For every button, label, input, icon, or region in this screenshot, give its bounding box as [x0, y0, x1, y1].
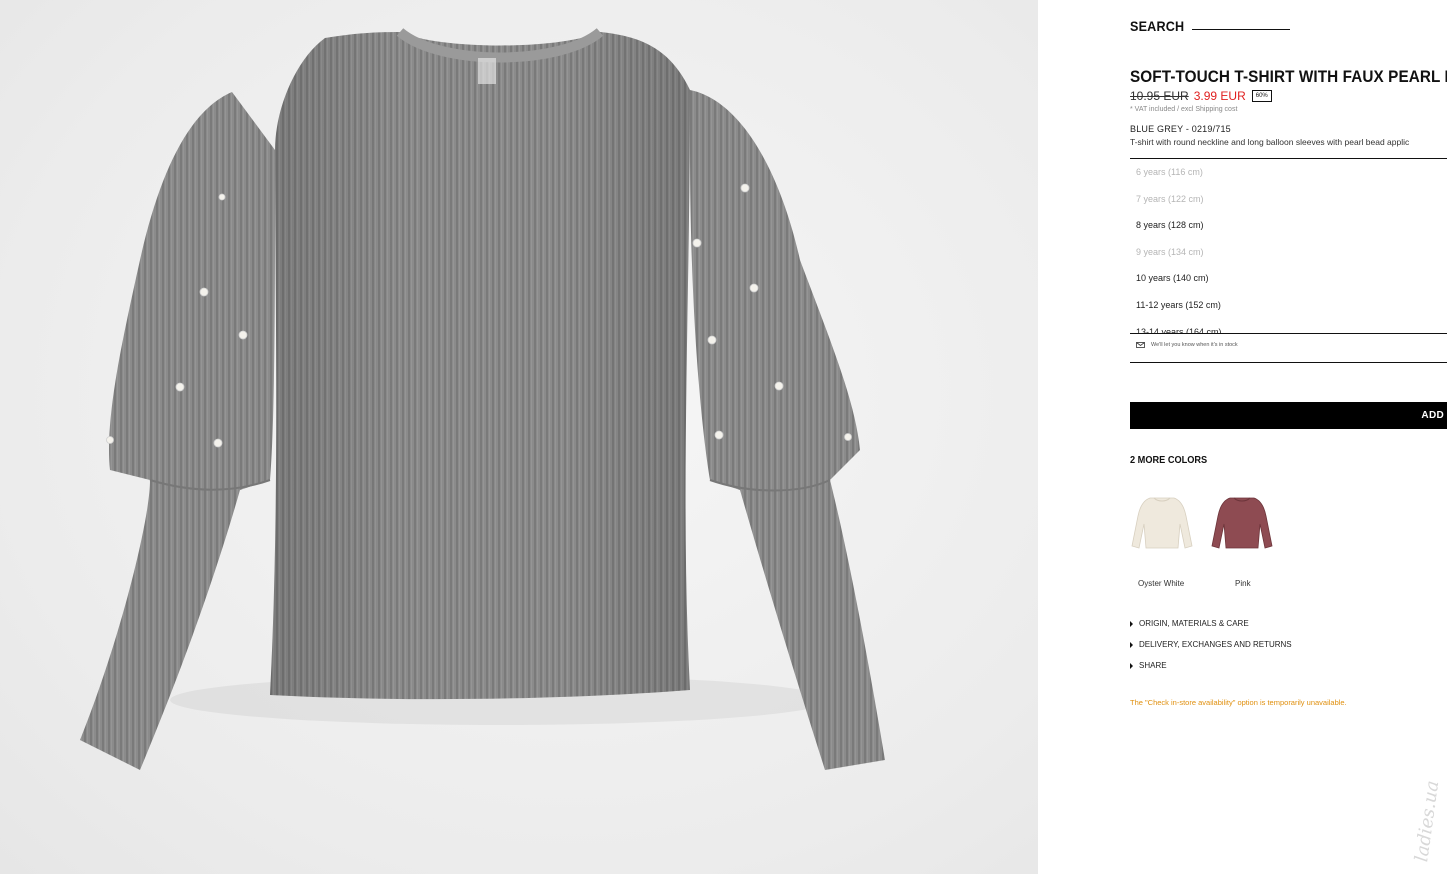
product-description: T-shirt with round neckline and long bal…	[1130, 137, 1410, 147]
envelope-icon	[1136, 342, 1145, 348]
product-detail-panel: SEARCH SOFT-TOUCH T-SHIRT WITH FAUX PEAR…	[1130, 0, 1447, 874]
size-option[interactable]: 13-14 years (164 cm)	[1130, 319, 1447, 334]
accordion-label[interactable]: ORIGIN, MATERIALS & CARE	[1139, 619, 1249, 628]
color-name-oyster-white[interactable]: Oyster White	[1138, 579, 1184, 588]
caret-right-icon	[1130, 620, 1133, 627]
size-option[interactable]: 9 years (134 cm)	[1130, 239, 1447, 266]
watermark: ladies.ua	[1411, 740, 1447, 870]
old-price: 10.95 EUR	[1130, 89, 1189, 103]
sweater-illustration	[80, 28, 885, 770]
size-option[interactable]: 6 years (116 cm)	[1130, 159, 1447, 186]
accordion-delivery-returns[interactable]: DELIVERY, EXCHANGES AND RETURNS	[1130, 640, 1292, 649]
color-swatch-oyster-white[interactable]	[1130, 492, 1194, 558]
search-underline[interactable]	[1192, 29, 1291, 30]
size-divider	[1130, 333, 1447, 334]
discount-badge: 60%	[1251, 90, 1272, 102]
shirt-thumbnail-icon	[1211, 497, 1273, 549]
accordion-share[interactable]: SHARE	[1130, 661, 1167, 670]
size-selector: 6 years (116 cm) 7 years (122 cm) 8 year…	[1130, 158, 1447, 334]
notify-stock[interactable]: We'll let you know when it's in stock	[1136, 342, 1238, 348]
size-option[interactable]: 10 years (140 cm)	[1130, 265, 1447, 292]
size-option[interactable]: 7 years (122 cm)	[1130, 186, 1447, 213]
color-swatch-pink[interactable]	[1210, 492, 1274, 558]
notify-divider	[1130, 362, 1447, 363]
accordion-label[interactable]: DELIVERY, EXCHANGES AND RETURNS	[1139, 640, 1292, 649]
product-title: SOFT-TOUCH T-SHIRT WITH FAUX PEARL BEA	[1130, 67, 1447, 86]
caret-right-icon	[1130, 662, 1133, 669]
product-image[interactable]	[0, 0, 1038, 874]
size-option[interactable]: 8 years (128 cm)	[1130, 212, 1447, 239]
accordion-label[interactable]: SHARE	[1139, 661, 1167, 670]
color-name-pink[interactable]: Pink	[1235, 579, 1251, 588]
price-row: 10.95 EUR 3.99 EUR 60%	[1130, 89, 1272, 103]
sale-price: 3.99 EUR	[1193, 89, 1246, 103]
vat-note: * VAT included / excl Shipping cost	[1130, 106, 1238, 113]
store-availability-notice: The "Check in-store availability" option…	[1130, 698, 1347, 707]
add-button[interactable]: ADD	[1130, 402, 1447, 429]
accordion-origin-materials-care[interactable]: ORIGIN, MATERIALS & CARE	[1130, 619, 1249, 628]
notify-text[interactable]: We'll let you know when it's in stock	[1151, 342, 1238, 348]
color-code: BLUE GREY - 0219/715	[1130, 124, 1231, 134]
caret-right-icon	[1130, 641, 1133, 648]
more-colors-heading: 2 MORE COLORS	[1130, 455, 1208, 466]
shirt-thumbnail-icon	[1131, 497, 1193, 549]
size-option[interactable]: 11-12 years (152 cm)	[1130, 292, 1447, 319]
search-bar[interactable]: SEARCH	[1130, 18, 1291, 34]
search-label[interactable]: SEARCH	[1130, 18, 1184, 34]
